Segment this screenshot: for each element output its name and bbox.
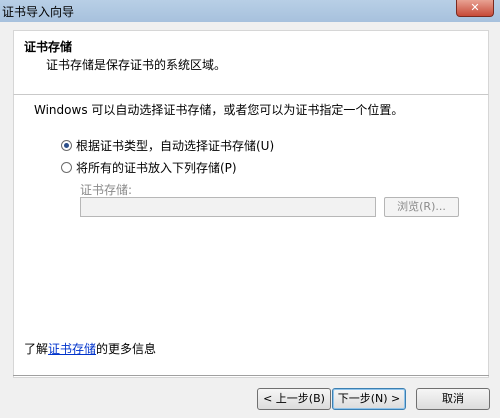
learn-more-text: 了解证书存储的更多信息 — [24, 340, 156, 357]
browse-button: 浏览(R)... — [384, 197, 459, 217]
footer-separator — [13, 375, 489, 376]
radio-button-unchecked[interactable] — [61, 161, 72, 173]
wizard-window: 证书存储 证书存储是保存证书的系统区域。 Windows 可以自动选择证书存储，… — [0, 22, 500, 418]
title-bar: 证书导入向导 ✕ — [0, 0, 500, 22]
instruction-text: Windows 可以自动选择证书存储，或者您可以为证书指定一个位置。 — [34, 103, 404, 117]
radio-place-in-store-label[interactable]: 将所有的证书放入下列存储(P) — [76, 159, 237, 176]
back-button[interactable]: < 上一步(B) — [257, 388, 331, 410]
radio-auto-select-label[interactable]: 根据证书类型，自动选择证书存储(U) — [76, 137, 274, 154]
wizard-body: Windows 可以自动选择证书存储，或者您可以为证书指定一个位置。 根据证书类… — [13, 94, 489, 378]
radio-place-in-store[interactable]: 将所有的证书放入下列存储(P) — [61, 159, 237, 175]
certificate-store-link[interactable]: 证书存储 — [48, 342, 96, 356]
header-title: 证书存储 — [24, 40, 73, 54]
certificate-store-label: 证书存储: — [80, 183, 133, 197]
close-button[interactable]: ✕ — [456, 0, 494, 17]
learn-more-prefix: 了解 — [24, 342, 49, 356]
wizard-header: 证书存储 证书存储是保存证书的系统区域。 — [13, 30, 489, 95]
radio-auto-select[interactable]: 根据证书类型，自动选择证书存储(U) — [61, 137, 274, 153]
radio-button-checked[interactable] — [61, 139, 72, 151]
cancel-button[interactable]: 取消 — [416, 388, 490, 410]
header-description: 证书存储是保存证书的系统区域。 — [46, 58, 227, 72]
window-title: 证书导入向导 — [2, 5, 75, 19]
close-icon: ✕ — [470, 1, 480, 14]
learn-more-suffix: 的更多信息 — [96, 342, 157, 356]
certificate-store-input — [80, 197, 376, 217]
next-button[interactable]: 下一步(N) > — [332, 388, 406, 410]
